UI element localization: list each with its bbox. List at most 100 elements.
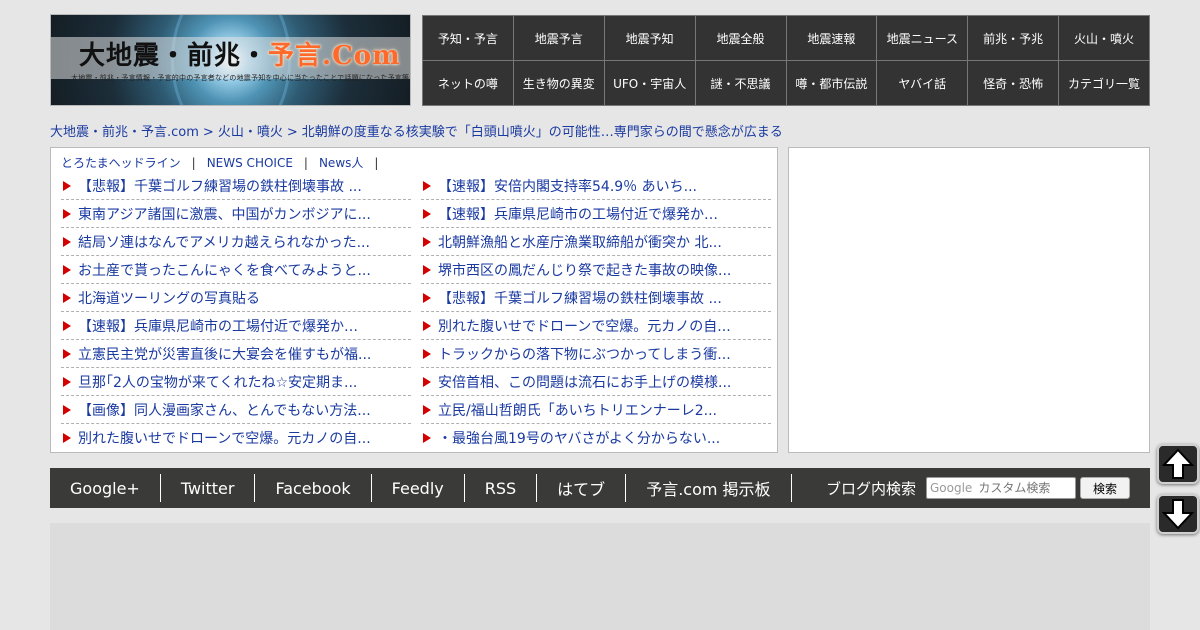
headline-box: とろたまヘッドライン | NEWS CHOICE | News人 | 【悲報】千葉ゴルフ練… [50,147,778,453]
breadcrumb-category[interactable]: 火山・噴火 [218,125,283,140]
headline-link[interactable]: 堺市西区の鳳だんじり祭で起きた事故の映像... [438,260,731,280]
headline-item: 【速報】兵庫県尼崎市の工場付近で爆発か… [421,200,771,228]
headline-link[interactable]: お土産で貰ったこんにゃくを食べてみようと... [78,260,371,280]
breadcrumb-separator: > [286,125,298,140]
headline-link[interactable]: 結局ソ連はなんでアメリカ越えられなかった... [78,232,370,252]
category-link[interactable]: 地震速報 [786,16,877,60]
headline-link[interactable]: 安倍首相、この問題は流石にお手上げの模様... [438,372,731,392]
breadcrumb: 大地震・前兆・予言.com > 火山・噴火 > 北朝鮮の度重なる核実験で「白頭山噴火」の… [50,121,783,140]
breadcrumb-home[interactable]: 大地震・前兆・予言.com [50,125,199,140]
headline-link[interactable]: 【速報】安倍内閣支持率54.9％ あいち... [438,176,697,196]
google-brand-text: Google [930,481,973,495]
ad-box [788,147,1150,453]
arrow-up-icon [1162,448,1194,479]
bullet-triangle-icon [423,208,431,219]
category-link[interactable]: 地震全般 [695,16,786,60]
headline-link[interactable]: ・最強台風19号のヤバさがよく分からない... [438,428,720,448]
headline-link[interactable]: 【速報】兵庫県尼崎市の工場付近で爆発か… [438,204,718,224]
bullet-triangle-icon [63,320,71,331]
headline-tab[interactable]: NEWS CHOICE [207,156,293,170]
headline-link[interactable]: 北朝鮮漁船と水産庁漁業取締船が衝突か 北... [438,232,722,252]
headline-column-right: 【速報】安倍内閣支持率54.9％ あいち... 【速報】兵庫県尼崎市の工場付近で爆… [421,172,771,452]
headline-link[interactable]: 【悲報】千葉ゴルフ練習場の鉄柱倒壊事故 ... [78,176,362,196]
headline-link[interactable]: 【悲報】千葉ゴルフ練習場の鉄柱倒壊事故 ... [438,288,722,308]
category-link[interactable]: 地震予言 [513,16,604,60]
breadcrumb-separator: > [202,125,214,140]
category-link[interactable]: 前兆・予兆 [968,16,1059,60]
headline-link[interactable]: 別れた腹いせでドローンで空爆。元カノの自... [438,316,731,336]
headline-link[interactable]: 東南アジア諸国に激震、中国がカンボジアに... [78,204,371,224]
bullet-triangle-icon [63,376,71,387]
headline-link[interactable]: 【画像】同人漫画家さん、とんでもない方法... [78,400,371,420]
social-link[interactable]: 予言.com 掲示板 [626,474,792,502]
category-link[interactable]: 地震予知 [604,16,695,60]
bullet-triangle-icon [423,292,431,303]
headline-tab[interactable]: とろたまヘッドライン [61,156,181,170]
headline-item: 別れた腹いせでドローンで空爆。元カノの自... [421,312,771,340]
social-link[interactable]: RSS [465,474,538,502]
search-button[interactable]: 検索 [1080,477,1130,499]
headline-item: 【悲報】千葉ゴルフ練習場の鉄柱倒壊事故 ... [421,284,771,312]
category-link[interactable]: 火山・噴火 [1059,16,1149,60]
social-link[interactable]: Twitter [161,474,256,502]
headline-item: 旦那｢2人の宝物が来てくれたね☆安定期ま... [61,368,411,396]
headline-tab[interactable]: News人 [319,156,363,170]
logo-subtitle: 大地震・前兆・予言情報・予言的中の予言者などの地震予知を中心に当たったことで話題… [71,74,410,82]
headline-link[interactable]: 別れた腹いせでドローンで空爆。元カノの自... [78,428,371,448]
category-link[interactable]: ヤバイ話 [877,61,968,105]
category-link[interactable]: 怪奇・恐怖 [968,61,1059,105]
tab-separator: | [374,156,379,170]
bullet-triangle-icon [423,180,431,191]
headline-link[interactable]: トラックからの落下物にぶつかってしまう衝... [438,344,731,364]
bullet-triangle-icon [423,348,431,359]
headline-item: 東南アジア諸国に激震、中国がカンボジアに... [61,200,411,228]
bullet-triangle-icon [63,433,71,443]
bullet-triangle-icon [63,404,71,415]
social-links: Google+ Twitter Facebook Feedly RSS はてブ 予言.com… [50,468,792,508]
tab-separator: | [191,156,196,170]
social-link[interactable]: Google+ [50,474,161,502]
headline-item: トラックからの落下物にぶつかってしまう衝... [421,340,771,368]
headline-item: 安倍首相、この問題は流石にお手上げの模様... [421,368,771,396]
headline-link[interactable]: 立憲民主党が災害直後に大宴会を催すもが福... [78,344,371,364]
headline-item: 別れた腹いせでドローンで空爆。元カノの自... [61,424,411,452]
headline-item: 立憲民主党が災害直後に大宴会を催すもが福... [61,340,411,368]
social-bar: Google+ Twitter Facebook Feedly RSS はてブ 予言.com… [50,468,1150,508]
site-logo[interactable]: 大地震・前兆・予言.Com 大地震・前兆・予言情報・予言的中の予言者などの地震予… [50,14,411,106]
headline-item: 堺市西区の鳳だんじり祭で起きた事故の映像... [421,256,771,284]
scroll-bottom-button[interactable] [1157,494,1199,534]
bullet-triangle-icon [63,180,71,191]
bullet-triangle-icon [423,236,431,247]
headline-item: 【速報】兵庫県尼崎市の工場付近で爆発か… [61,312,411,340]
category-link[interactable]: 生き物の異変 [513,61,604,105]
bullet-triangle-icon [63,292,71,303]
category-nav: 予知・予言 地震予言 地震予知 地震全般 地震速報 地震ニュース 前兆・予兆 火山・噴火ネット… [422,15,1150,106]
headline-item: ・最強台風19号のヤバさがよく分からない... [421,424,771,452]
headline-link[interactable]: 旦那｢2人の宝物が来てくれたね☆安定期ま... [78,372,357,392]
headline-link[interactable]: 立民/福山哲朗氏「あいちトリエンナーレ2... [438,400,717,420]
category-link[interactable]: ネットの噂 [423,61,513,105]
category-link[interactable]: 地震ニュース [877,16,968,60]
arrow-down-icon [1162,499,1194,530]
bullet-triangle-icon [423,264,431,275]
search-label: ブログ内検索 [825,479,916,498]
category-link[interactable]: UFO・宇宙人 [604,61,695,105]
category-link[interactable]: 噂・都市伝説 [786,61,877,105]
breadcrumb-current[interactable]: 北朝鮮の度重なる核実験で「白頭山噴火」の可能性…専門家らの間で懸念が広まる [302,125,783,140]
scroll-top-button[interactable] [1157,444,1199,484]
social-link[interactable]: Facebook [255,474,372,502]
search-input-wrapper[interactable]: Google [926,477,1076,499]
category-link[interactable]: カテゴリ一覧 [1059,61,1149,105]
category-link[interactable]: 謎・不思議 [695,61,786,105]
bullet-triangle-icon [423,376,431,387]
bullet-triangle-icon [63,264,71,275]
headline-link[interactable]: 北海道ツーリングの写真貼る [78,288,260,308]
bullet-triangle-icon [423,404,431,415]
category-link[interactable]: 予知・予言 [423,16,513,60]
headline-item: 結局ソ連はなんでアメリカ越えられなかった... [61,228,411,256]
social-link[interactable]: Feedly [372,474,465,502]
search-input[interactable] [978,481,1069,495]
headline-tabs: とろたまヘッドライン | NEWS CHOICE | News人 | [61,154,389,171]
headline-link[interactable]: 【速報】兵庫県尼崎市の工場付近で爆発か… [78,316,358,336]
social-link[interactable]: はてブ [537,474,627,502]
